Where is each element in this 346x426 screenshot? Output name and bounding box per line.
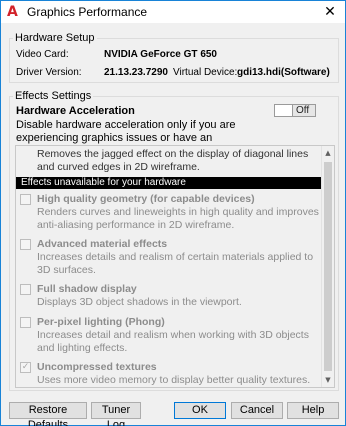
scroll-up-arrow-icon[interactable]: ▲ [322, 147, 334, 159]
driver-version-value: 21.13.23.7290 [104, 67, 168, 78]
list-scrollbar[interactable]: ▲ ▼ [321, 146, 334, 387]
effects-settings-legend: Effects Settings [15, 90, 92, 102]
video-card-label: Video Card: [16, 49, 69, 60]
unavailable-effects-header: Effects unavailable for your hardware [16, 177, 322, 189]
list-item-desc: Uses more video memory to display better… [37, 374, 311, 386]
scroll-thumb[interactable] [324, 162, 332, 371]
checkbox[interactable] [20, 317, 31, 328]
checkbox-checked[interactable]: ✓ [20, 362, 31, 373]
list-item-desc: Renders curves and lineweights in high q… [37, 206, 319, 231]
hardware-setup-legend: Hardware Setup [15, 32, 95, 44]
hardware-acceleration-toggle[interactable]: Off [274, 104, 316, 117]
list-item-title: Per-pixel lighting (Phong) [37, 316, 165, 328]
graphics-performance-dialog: A Graphics Performance ✕ Hardware Setup … [0, 0, 346, 426]
list-item-title: Uncompressed textures [37, 361, 157, 373]
effects-list: Removes the jagged effect on the display… [15, 145, 335, 388]
window-title: Graphics Performance [27, 5, 148, 19]
driver-version-label: Driver Version: [16, 67, 82, 78]
hardware-acceleration-title: Hardware Acceleration [16, 105, 135, 117]
cancel-button[interactable]: Cancel [231, 402, 283, 419]
list-item-title: High quality geometry (for capable devic… [37, 193, 255, 205]
autocad-a-icon: A [7, 4, 18, 20]
list-item-partial-desc: Removes the jagged effect on the display… [37, 148, 309, 173]
close-icon[interactable]: ✕ [315, 1, 345, 23]
toggle-state-label: Off [296, 105, 310, 116]
tuner-log-button[interactable]: Tuner Log [91, 402, 141, 426]
list-item-title: Full shadow display [37, 283, 137, 295]
checkbox[interactable] [20, 239, 31, 250]
ok-button[interactable]: OK [174, 402, 226, 419]
virtual-device-value: gdi13.hdi(Software) [237, 67, 330, 78]
toggle-knob [275, 105, 293, 116]
restore-defaults-button[interactable]: Restore Defaults [9, 402, 87, 426]
list-item-desc: Increases details and realism of certain… [37, 251, 314, 276]
list-item-desc: Displays 3D object shadows in the viewpo… [37, 296, 242, 308]
video-card-value: NVIDIA GeForce GT 650 [104, 49, 217, 60]
checkbox[interactable] [20, 194, 31, 205]
title-bar: A Graphics Performance ✕ [1, 1, 345, 23]
list-item-title: Advanced material effects [37, 238, 168, 250]
checkbox[interactable] [20, 284, 31, 295]
list-item-desc: Increases detail and realism when workin… [37, 329, 309, 354]
virtual-device-label: Virtual Device: [173, 67, 238, 78]
scroll-down-arrow-icon[interactable]: ▼ [322, 374, 334, 386]
help-button[interactable]: Help [287, 402, 339, 419]
